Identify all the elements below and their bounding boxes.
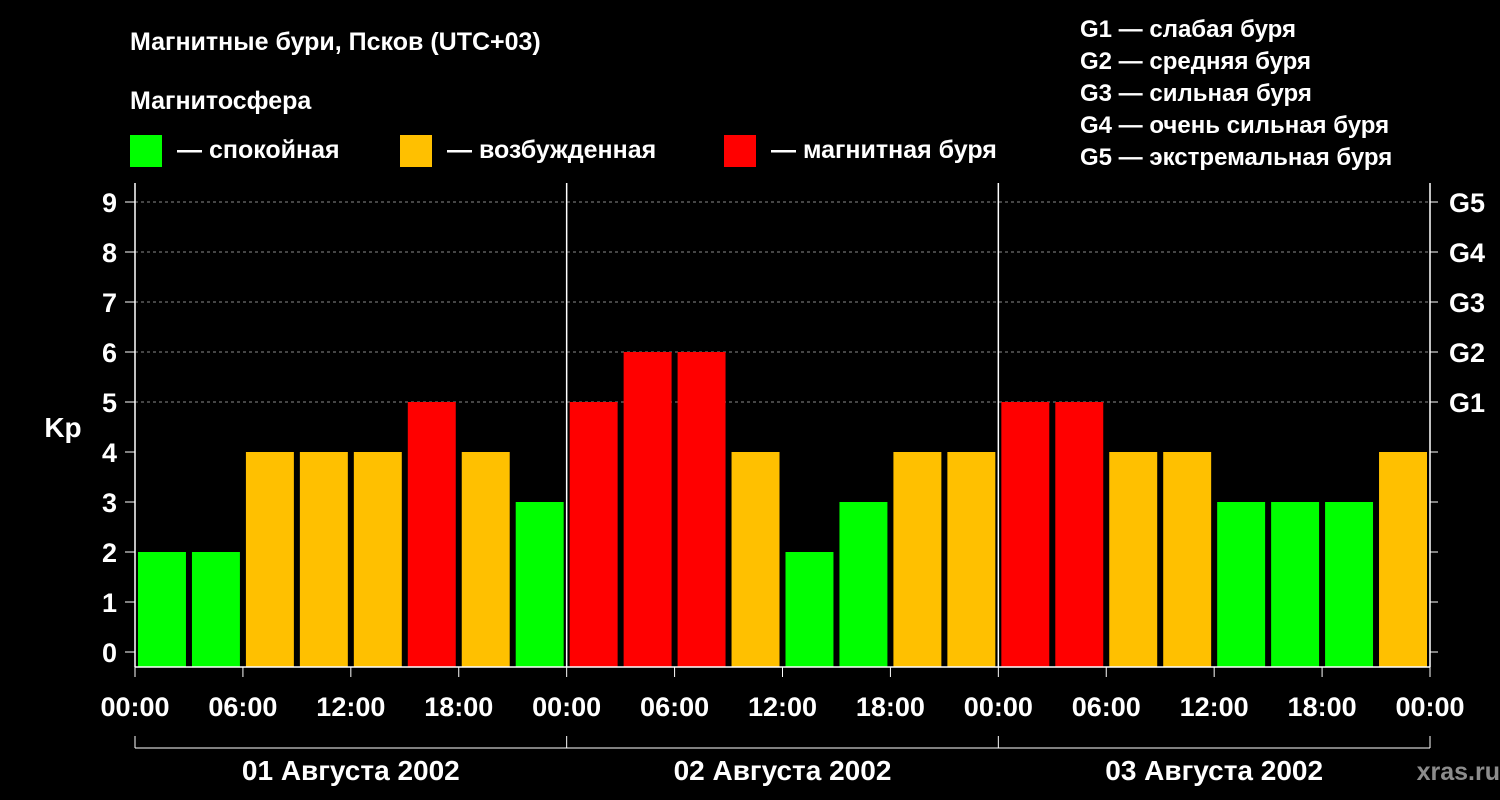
kp-bar xyxy=(1001,402,1050,667)
y-tick-label: 4 xyxy=(102,438,117,468)
legend-swatch-active xyxy=(400,135,432,167)
g-scale-legend-g5: G5 — экстремальная буря xyxy=(1080,144,1392,171)
g-scale-tick-label: G2 xyxy=(1449,338,1485,368)
kp-bar xyxy=(569,402,618,667)
legend-swatch-quiet xyxy=(130,135,162,167)
g-scale-legend-g4: G4 — очень сильная буря xyxy=(1080,112,1389,139)
y-axis-label: Kp xyxy=(44,412,81,443)
kp-bar xyxy=(1217,502,1266,667)
legend-heading: Магнитосфера xyxy=(130,87,312,115)
legend-swatch-storm xyxy=(724,135,756,167)
kp-bar xyxy=(785,552,834,667)
x-tick-label: 00:00 xyxy=(1395,692,1464,722)
kp-bar xyxy=(1055,402,1104,667)
y-tick-label: 2 xyxy=(102,538,117,568)
g-scale-tick-label: G5 xyxy=(1449,188,1485,218)
chart-title: Магнитные бури, Псков (UTC+03) xyxy=(130,28,541,56)
day-label: 01 Августа 2002 xyxy=(242,755,460,786)
y-tick-label: 1 xyxy=(102,588,117,618)
day-label: 03 Августа 2002 xyxy=(1105,755,1323,786)
watermark: xras.ru xyxy=(1417,758,1500,786)
x-tick-label: 12:00 xyxy=(748,692,817,722)
kp-bar xyxy=(138,552,186,667)
plot-area: 0 1 2 3 4 5 6 7 8 9 G1 G2 G3 G4 G5 00:00 06:00 12:00 18:00… xyxy=(100,183,1485,786)
x-tick-label: 18:00 xyxy=(856,692,925,722)
kp-bar xyxy=(893,452,942,667)
g-scale-legend-g1: G1 — слабая буря xyxy=(1080,16,1296,43)
x-tick-label: 06:00 xyxy=(208,692,277,722)
x-tick-label: 00:00 xyxy=(532,692,601,722)
g-scale-legend-g3: G3 — сильная буря xyxy=(1080,80,1312,107)
x-tick-label: 12:00 xyxy=(1180,692,1249,722)
y-tick-label: 3 xyxy=(102,488,117,518)
kp-bar xyxy=(191,552,240,667)
g-scale-tick-label: G4 xyxy=(1449,238,1485,268)
day-label: 02 Августа 2002 xyxy=(674,755,892,786)
kp-index-chart: Магнитные бури, Псков (UTC+03) Магнитосф… xyxy=(44,16,1500,786)
kp-bar xyxy=(1163,452,1212,667)
x-tick-label: 12:00 xyxy=(316,692,385,722)
kp-bar xyxy=(1271,502,1320,667)
kp-bar xyxy=(1325,502,1374,667)
g-scale-tick-label: G3 xyxy=(1449,288,1485,318)
y-tick-label: 5 xyxy=(102,388,117,418)
kp-bar xyxy=(839,502,888,667)
x-tick-label: 06:00 xyxy=(1072,692,1141,722)
kp-bar xyxy=(677,352,726,667)
y-tick-label: 8 xyxy=(102,238,117,268)
y-tick-label: 9 xyxy=(102,188,117,218)
legend-label-quiet: — спокойная xyxy=(177,136,340,164)
x-tick-label: 06:00 xyxy=(640,692,709,722)
kp-bar xyxy=(947,452,996,667)
x-tick-label: 18:00 xyxy=(1288,692,1357,722)
x-tick-label: 18:00 xyxy=(424,692,493,722)
y-tick-label: 7 xyxy=(102,288,117,318)
kp-bar xyxy=(245,452,294,667)
legend-label-active: — возбужденная xyxy=(447,136,656,164)
kp-bar xyxy=(353,452,402,667)
kp-bar xyxy=(623,352,672,667)
kp-bar xyxy=(1109,452,1158,667)
g-scale-legend-g2: G2 — средняя буря xyxy=(1080,48,1311,75)
kp-bar xyxy=(407,402,456,667)
y-tick-label: 0 xyxy=(102,638,117,668)
x-tick-label: 00:00 xyxy=(964,692,1033,722)
y-tick-label: 6 xyxy=(102,338,117,368)
x-tick-label: 00:00 xyxy=(100,692,169,722)
kp-bar xyxy=(299,452,348,667)
kp-bar xyxy=(1379,452,1427,667)
g-scale-tick-label: G1 xyxy=(1449,388,1485,418)
legend-label-storm: — магнитная буря xyxy=(771,136,997,164)
kp-bar xyxy=(731,452,780,667)
kp-bar xyxy=(461,452,510,667)
kp-bar xyxy=(515,502,564,667)
